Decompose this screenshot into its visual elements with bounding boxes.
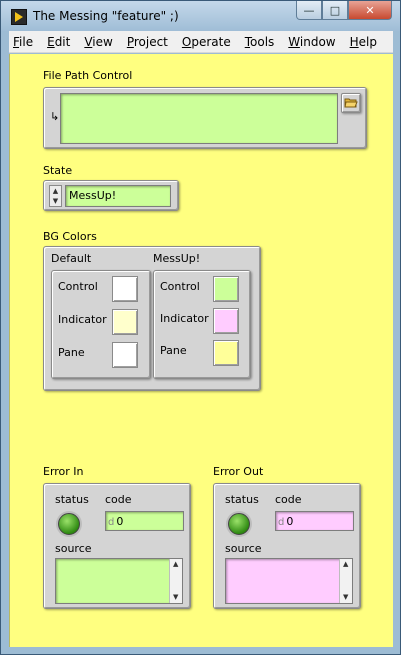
title-bar[interactable]: The Messing "feature" ;) — □ ✕ bbox=[1, 1, 400, 31]
scroll-down-icon[interactable]: ▼ bbox=[173, 594, 178, 601]
messup-control-label: Control bbox=[160, 280, 200, 293]
messup-control-swatch[interactable] bbox=[213, 276, 239, 302]
window-bottom-border bbox=[9, 647, 393, 654]
menu-bar: File Edit View Project Operate Tools Win… bbox=[9, 31, 393, 53]
error-in-source-input[interactable]: ▲ ▼ bbox=[55, 558, 183, 604]
messup-group-label: MessUp! bbox=[153, 252, 201, 265]
bg-colors-label: BG Colors bbox=[43, 230, 97, 243]
default-indicator-label: Indicator bbox=[58, 313, 107, 326]
default-colors-box: Control Indicator Pane bbox=[51, 270, 151, 379]
labview-app-icon bbox=[11, 9, 27, 25]
menu-operate[interactable]: Operate bbox=[182, 35, 231, 49]
error-in-code-input[interactable]: d0 bbox=[105, 511, 184, 531]
error-in-code-value: 0 bbox=[116, 515, 124, 528]
default-indicator-swatch[interactable] bbox=[112, 309, 138, 335]
error-out-source-label: source bbox=[225, 542, 262, 555]
error-in-cluster: status code d0 source ▲ ▼ bbox=[43, 483, 191, 609]
default-control-label: Control bbox=[58, 280, 98, 293]
messup-pane-label: Pane bbox=[160, 344, 187, 357]
error-out-code-label: code bbox=[275, 493, 302, 506]
minimize-icon: — bbox=[303, 3, 315, 17]
window-controls: — □ ✕ bbox=[296, 1, 392, 21]
error-out-cluster: status code d0 source ▲ ▼ bbox=[213, 483, 361, 609]
menu-window[interactable]: Window bbox=[288, 35, 335, 49]
menu-file[interactable]: File bbox=[13, 35, 33, 49]
error-out-source-scrollbar[interactable]: ▲ ▼ bbox=[339, 559, 352, 603]
maximize-icon: □ bbox=[329, 3, 341, 17]
close-icon: ✕ bbox=[365, 3, 375, 17]
minimize-button[interactable]: — bbox=[296, 1, 322, 20]
error-in-source-scrollbar[interactable]: ▲ ▼ bbox=[169, 559, 182, 603]
window-title: The Messing "feature" ;) bbox=[33, 9, 179, 23]
app-window: The Messing "feature" ;) — □ ✕ File Edit… bbox=[0, 0, 401, 655]
down-arrow-icon: ▼ bbox=[52, 197, 59, 205]
menu-edit[interactable]: Edit bbox=[47, 35, 70, 49]
bg-colors-cluster: Default MessUp! Control Indicator Pane C… bbox=[43, 246, 261, 391]
messup-pane-swatch[interactable] bbox=[213, 340, 239, 366]
error-in-source-label: source bbox=[55, 542, 92, 555]
front-panel: File Path Control ↳ State ▲ ▼ MessUp! BG… bbox=[9, 54, 393, 647]
maximize-button[interactable]: □ bbox=[322, 1, 348, 20]
menu-view[interactable]: View bbox=[84, 35, 112, 49]
error-in-status-led-icon[interactable] bbox=[58, 513, 80, 535]
path-indicator-icon: ↳ bbox=[50, 110, 60, 123]
scroll-up-icon[interactable]: ▲ bbox=[343, 561, 348, 568]
error-in-radix: d bbox=[108, 517, 115, 528]
error-out-radix: d bbox=[278, 517, 285, 528]
default-pane-swatch[interactable] bbox=[112, 342, 138, 368]
file-path-frame: ↳ bbox=[43, 87, 367, 149]
state-increment-decrement[interactable]: ▲ ▼ bbox=[49, 185, 62, 207]
messup-indicator-swatch[interactable] bbox=[213, 308, 239, 334]
scroll-down-icon[interactable]: ▼ bbox=[343, 594, 348, 601]
scroll-up-icon[interactable]: ▲ bbox=[173, 561, 178, 568]
menu-help[interactable]: Help bbox=[350, 35, 377, 49]
messup-indicator-label: Indicator bbox=[160, 312, 209, 325]
close-button[interactable]: ✕ bbox=[348, 1, 392, 20]
error-out-status-led-icon bbox=[228, 513, 250, 535]
error-in-status-label: status bbox=[55, 493, 89, 506]
file-path-label: File Path Control bbox=[43, 69, 133, 82]
state-ring-value[interactable]: MessUp! bbox=[65, 185, 171, 207]
up-arrow-icon: ▲ bbox=[52, 187, 59, 195]
default-group-label: Default bbox=[51, 252, 92, 265]
state-value-text: MessUp! bbox=[69, 189, 117, 202]
default-pane-label: Pane bbox=[58, 346, 85, 359]
error-out-code-display: d0 bbox=[275, 511, 354, 531]
file-path-input[interactable] bbox=[60, 93, 338, 144]
error-out-status-label: status bbox=[225, 493, 259, 506]
menu-project[interactable]: Project bbox=[127, 35, 168, 49]
error-out-source-display: ▲ ▼ bbox=[225, 558, 353, 604]
menu-tools[interactable]: Tools bbox=[245, 35, 275, 49]
state-label: State bbox=[43, 164, 73, 177]
messup-colors-box: Control Indicator Pane bbox=[153, 270, 251, 379]
error-in-code-label: code bbox=[105, 493, 132, 506]
browse-button[interactable] bbox=[341, 93, 361, 113]
default-control-swatch[interactable] bbox=[112, 276, 138, 302]
state-frame: ▲ ▼ MessUp! bbox=[43, 180, 179, 211]
error-in-label: Error In bbox=[43, 465, 84, 478]
error-out-code-value: 0 bbox=[286, 515, 294, 528]
folder-open-icon bbox=[344, 98, 358, 108]
error-out-label: Error Out bbox=[213, 465, 264, 478]
